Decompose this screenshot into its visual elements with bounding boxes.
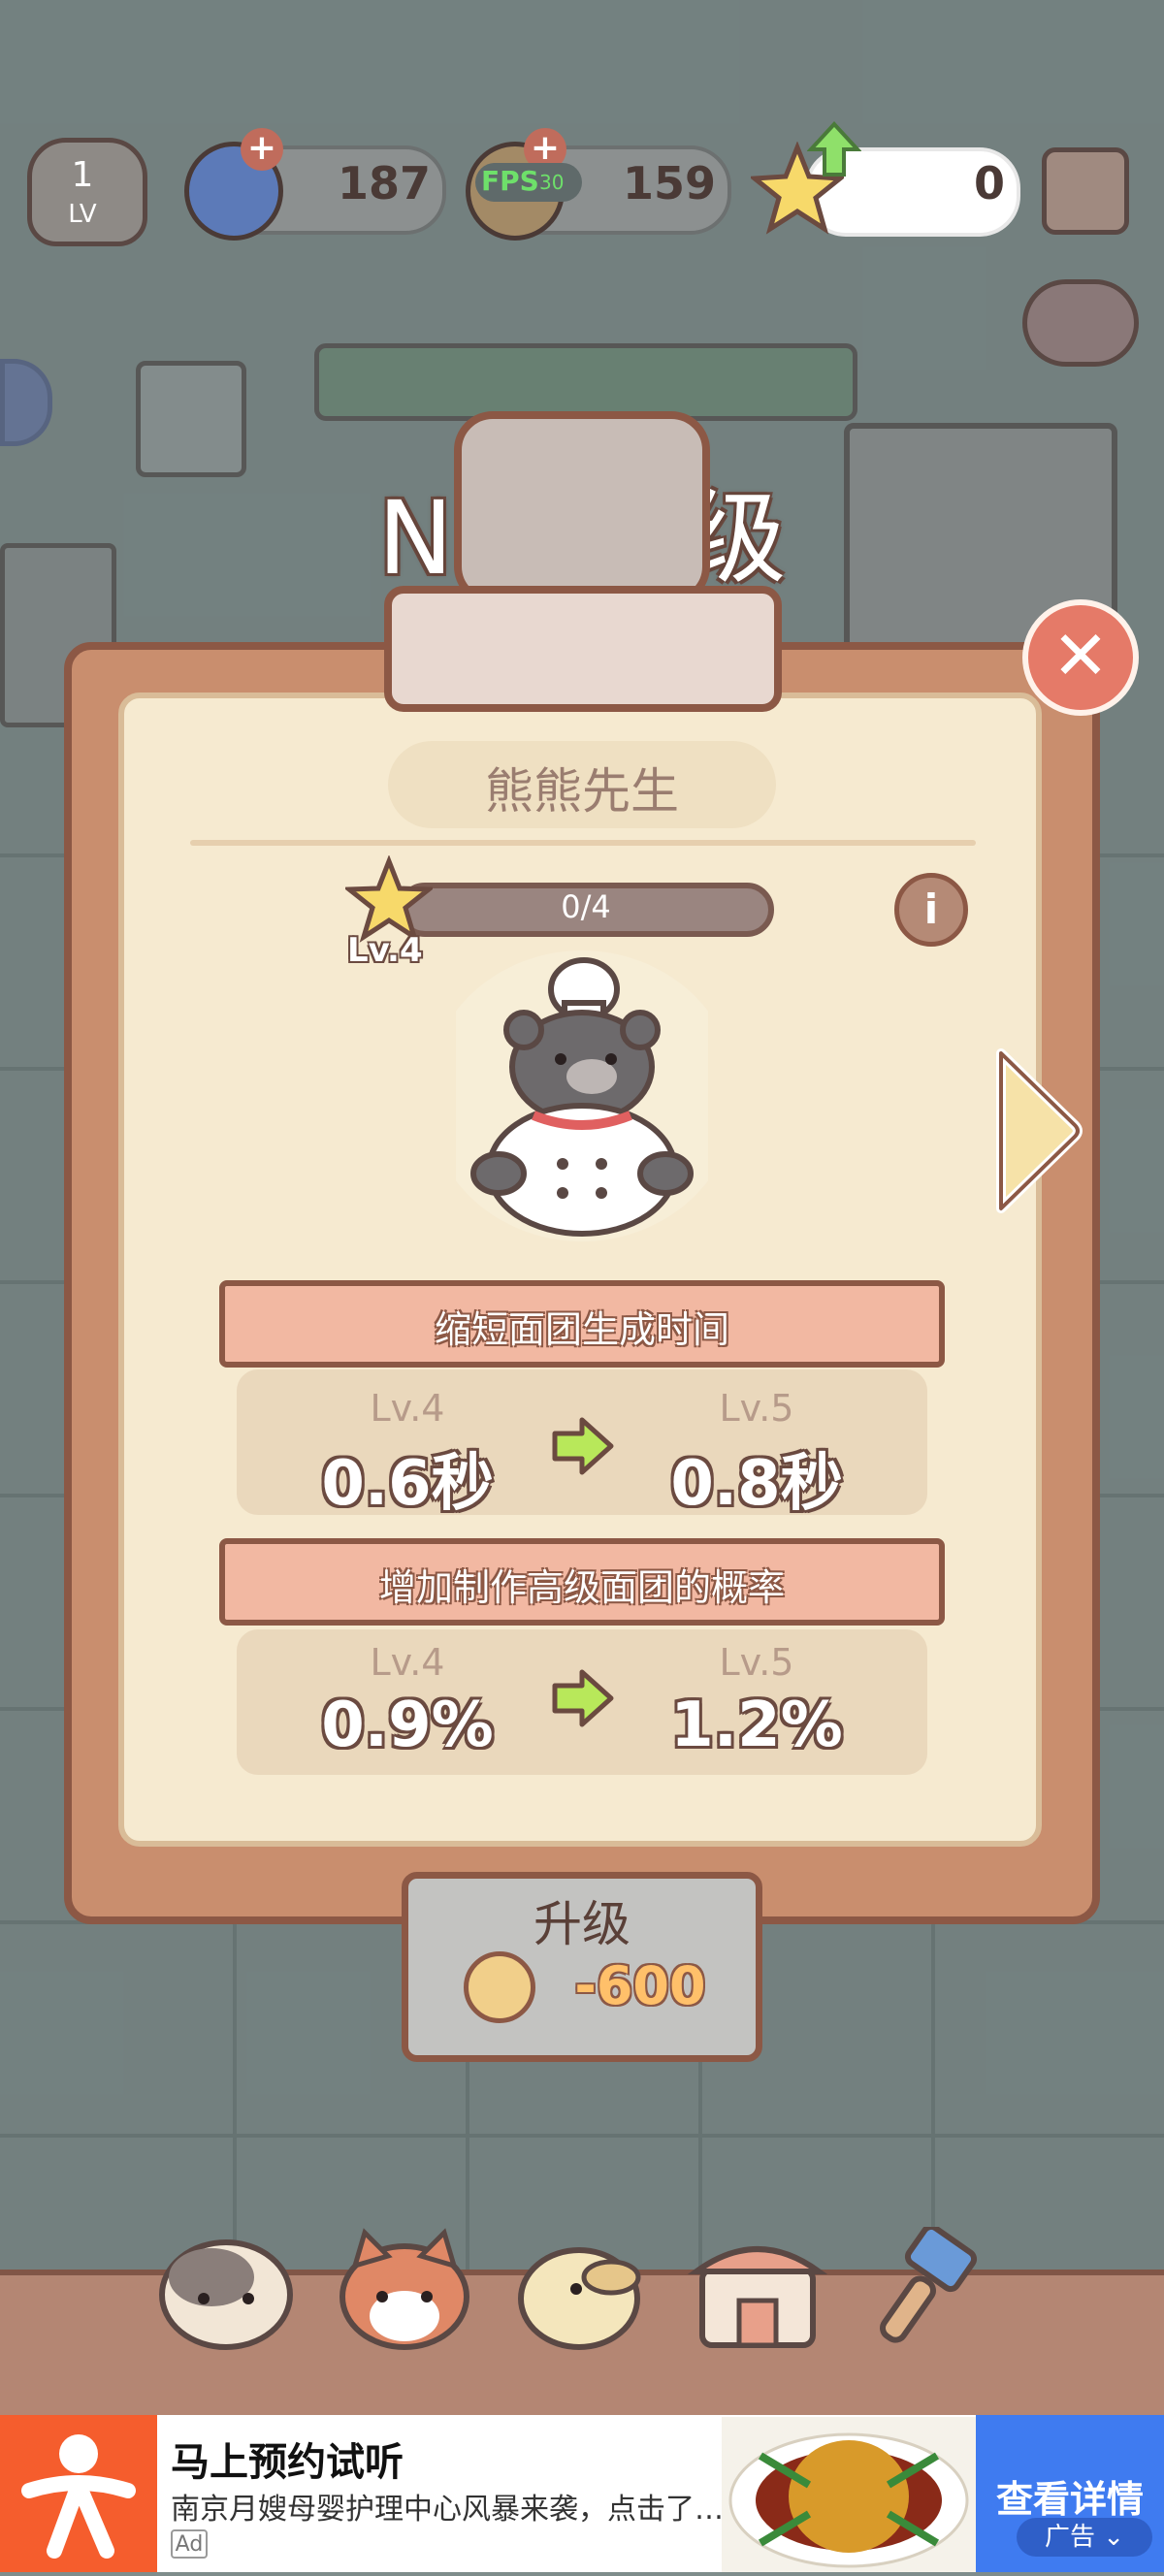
next-level: Lv.5 (719, 1641, 794, 1684)
coin-icon (464, 1951, 535, 2023)
upgrade-cost: -600 (574, 1955, 706, 2016)
red-panda-icon[interactable] (332, 2227, 477, 2353)
info-button[interactable]: i (894, 873, 968, 947)
runner-logo-icon (21, 2434, 136, 2559)
duck-icon[interactable] (506, 2227, 652, 2353)
ad-tag: Ad (171, 2529, 208, 2559)
upgrade-button-label: 升级 (534, 1896, 630, 1952)
player-level: 1 (71, 155, 94, 195)
coin-count: 159 (622, 157, 716, 209)
fps-value: 30 (539, 171, 565, 194)
food-dish-image (728, 2432, 969, 2568)
fps-indicator: FPS 30 (475, 163, 582, 202)
clip-top (454, 411, 710, 605)
green-arrow-icon (552, 1417, 614, 1475)
gem-count: 187 (337, 157, 431, 209)
ad-image[interactable] (722, 2417, 976, 2572)
upgrade-progress-text: 0/4 (561, 888, 611, 925)
next-value: 0.8秒 (670, 1448, 843, 1520)
current-value: 0.9% (321, 1690, 494, 1761)
npc-name: 熊熊先生 (485, 763, 679, 820)
add-gems-icon[interactable]: + (241, 128, 283, 171)
clipboard-clip (384, 586, 782, 712)
player-level-tag: LV (68, 200, 97, 229)
hamster-icon[interactable] (153, 2227, 299, 2353)
close-button[interactable]: ✕ (1022, 599, 1139, 716)
next-level: Lv.5 (719, 1387, 794, 1430)
stat-title: 增加制作高级面团的概率 (378, 1566, 785, 1609)
ad-logo[interactable] (0, 2415, 157, 2572)
ad-badge-label: 广告 (1044, 2523, 1095, 2552)
current-level: Lv.4 (370, 1387, 445, 1430)
ad-cta-label: 查看详情 (995, 2478, 1144, 2521)
npc-level-badge: Lv.4 (347, 931, 423, 970)
next-npc-arrow[interactable] (991, 1044, 1088, 1218)
menu-list-icon[interactable] (1042, 147, 1129, 235)
stat-title: 缩短面团生成时间 (434, 1308, 729, 1351)
green-arrow-icon (552, 1669, 614, 1727)
level-star-icon (345, 855, 433, 943)
ad-badge[interactable]: 广告 ⌄ (1017, 2518, 1152, 2557)
ad-title[interactable]: 马上预约试听 (171, 2431, 404, 2487)
paint-brush-icon[interactable] (863, 2227, 1009, 2353)
divider (190, 840, 976, 846)
piggy-bank-icon[interactable] (1022, 279, 1139, 367)
star-count: 0 (973, 157, 1005, 209)
current-value: 0.6秒 (321, 1448, 494, 1520)
ad-description[interactable]: 南京月嫂母婴护理中心风暴来袭，点击了解详情 (171, 2485, 724, 2528)
next-value: 1.2% (670, 1690, 843, 1761)
fps-label: FPS (481, 165, 539, 197)
shop-icon[interactable] (685, 2227, 830, 2353)
current-level: Lv.4 (370, 1641, 445, 1684)
bear-chef-npc (456, 950, 708, 1241)
